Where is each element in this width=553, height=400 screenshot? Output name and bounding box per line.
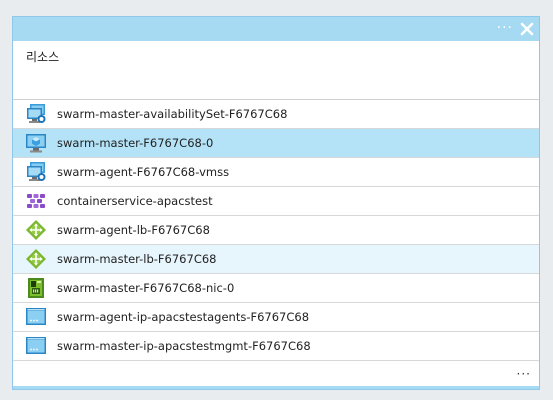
resource-row[interactable]: swarm-agent-ip-apacstestagents-F6767C68 — [13, 303, 539, 332]
more-options-button[interactable]: ··· — [497, 19, 513, 37]
container-service-icon — [27, 194, 45, 208]
resource-name: swarm-master-F6767C68-nic-0 — [57, 281, 235, 295]
vm-scale-set-icon — [27, 162, 46, 181]
resource-name: swarm-master-F6767C68-0 — [57, 136, 214, 150]
resource-list: swarm-master-availabilitySet-F6767C68 sw… — [13, 100, 539, 361]
resource-row[interactable]: swarm-master-F6767C68-nic-0 — [13, 274, 539, 303]
resources-blade: ··· 리소스 swarm-master-availabilitySet-F67… — [12, 16, 540, 390]
resource-name: swarm-master-availabilitySet-F6767C68 — [57, 107, 288, 121]
resource-name: swarm-agent-F6767C68-vmss — [57, 165, 230, 179]
availability-set-icon — [27, 104, 46, 123]
resource-row[interactable]: swarm-master-lb-F6767C68 — [13, 245, 539, 274]
public-ip-icon — [26, 337, 46, 354]
close-icon[interactable] — [517, 19, 537, 39]
resource-name: swarm-agent-ip-apacstestagents-F6767C68 — [57, 310, 310, 324]
load-more-button[interactable]: ··· — [517, 367, 531, 381]
network-interface-icon — [28, 278, 44, 298]
resource-row[interactable]: containerservice-apacstest — [13, 187, 539, 216]
blade-heading: 리소스 — [26, 50, 60, 64]
virtual-machine-icon — [26, 134, 46, 153]
resource-name: swarm-agent-lb-F6767C68 — [57, 223, 210, 237]
resource-name: containerservice-apacstest — [57, 194, 213, 208]
resource-row[interactable]: swarm-master-availabilitySet-F6767C68 — [13, 100, 539, 129]
public-ip-icon — [26, 308, 46, 325]
resource-row[interactable]: swarm-agent-F6767C68-vmss — [13, 158, 539, 187]
resource-row[interactable]: swarm-master-F6767C68-0 — [13, 129, 539, 158]
resource-name: swarm-master-ip-apacstestmgmt-F6767C68 — [57, 339, 311, 353]
blade-titlebar: ··· — [13, 17, 539, 41]
resource-name: swarm-master-lb-F6767C68 — [57, 252, 217, 266]
load-balancer-icon — [26, 249, 46, 269]
resource-row[interactable]: swarm-master-ip-apacstestmgmt-F6767C68 — [13, 332, 539, 361]
load-balancer-icon — [26, 220, 46, 240]
blade-bottom-border — [13, 386, 539, 389]
resource-row[interactable]: swarm-agent-lb-F6767C68 — [13, 216, 539, 245]
